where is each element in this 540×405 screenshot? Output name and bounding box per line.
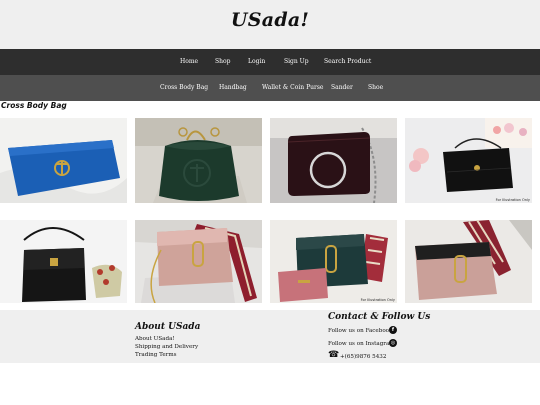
nav-shop[interactable]: Shop: [215, 49, 230, 75]
trading-terms-link[interactable]: Trading Terms: [135, 352, 177, 358]
nav-handbag[interactable]: Handbag: [219, 75, 247, 101]
section-title: Cross Body Bag: [1, 101, 67, 110]
illustration-badge: For Illustration Only: [360, 298, 395, 302]
instagram-icon[interactable]: ◎: [389, 339, 397, 347]
product-image-2[interactable]: [135, 118, 262, 203]
nav-search-product[interactable]: Search Product: [324, 49, 371, 75]
site-header: USada!: [0, 0, 540, 49]
instagram-link[interactable]: Follow us on Instagram: [328, 341, 395, 347]
product-image-3[interactable]: [270, 118, 397, 203]
facebook-link[interactable]: Follow us on Facebook: [328, 328, 392, 334]
product-image-5[interactable]: [0, 220, 127, 303]
nav-wallet-coin-purse[interactable]: Wallet & Coin Purse: [262, 75, 323, 101]
site-footer: About USada About USada! Shipping and De…: [0, 310, 540, 363]
product-image-4[interactable]: For Illustration Only: [405, 118, 532, 203]
contact-heading: Contact & Follow Us: [328, 312, 431, 322]
nav-cross-body-bag[interactable]: Cross Body Bag: [160, 75, 208, 101]
product-image-8[interactable]: [405, 220, 532, 303]
facebook-icon[interactable]: f: [389, 326, 397, 334]
illustration-badge: For Illustration Only: [495, 198, 530, 202]
nav-sander[interactable]: Sander: [331, 75, 353, 101]
category-nav: Cross Body Bag Handbag Wallet & Coin Pur…: [0, 75, 540, 101]
shipping-link[interactable]: Shipping and Delivery: [135, 344, 198, 350]
nav-home[interactable]: Home: [180, 49, 198, 75]
product-image-6[interactable]: [135, 220, 262, 303]
about-link[interactable]: About USada!: [135, 336, 175, 342]
product-image-1[interactable]: [0, 118, 127, 203]
site-logo[interactable]: USada!: [0, 9, 540, 31]
nav-login[interactable]: Login: [248, 49, 265, 75]
about-heading: About USada: [135, 322, 201, 332]
phone-icon: ☎: [328, 350, 340, 360]
nav-sign-up[interactable]: Sign Up: [284, 49, 309, 75]
product-image-7[interactable]: For Illustration Only: [270, 220, 397, 303]
nav-shoe[interactable]: Shoe: [368, 75, 383, 101]
phone-number: +(65)9876 5432: [340, 354, 387, 360]
main-nav: Home Shop Login Sign Up Search Product: [0, 49, 540, 75]
